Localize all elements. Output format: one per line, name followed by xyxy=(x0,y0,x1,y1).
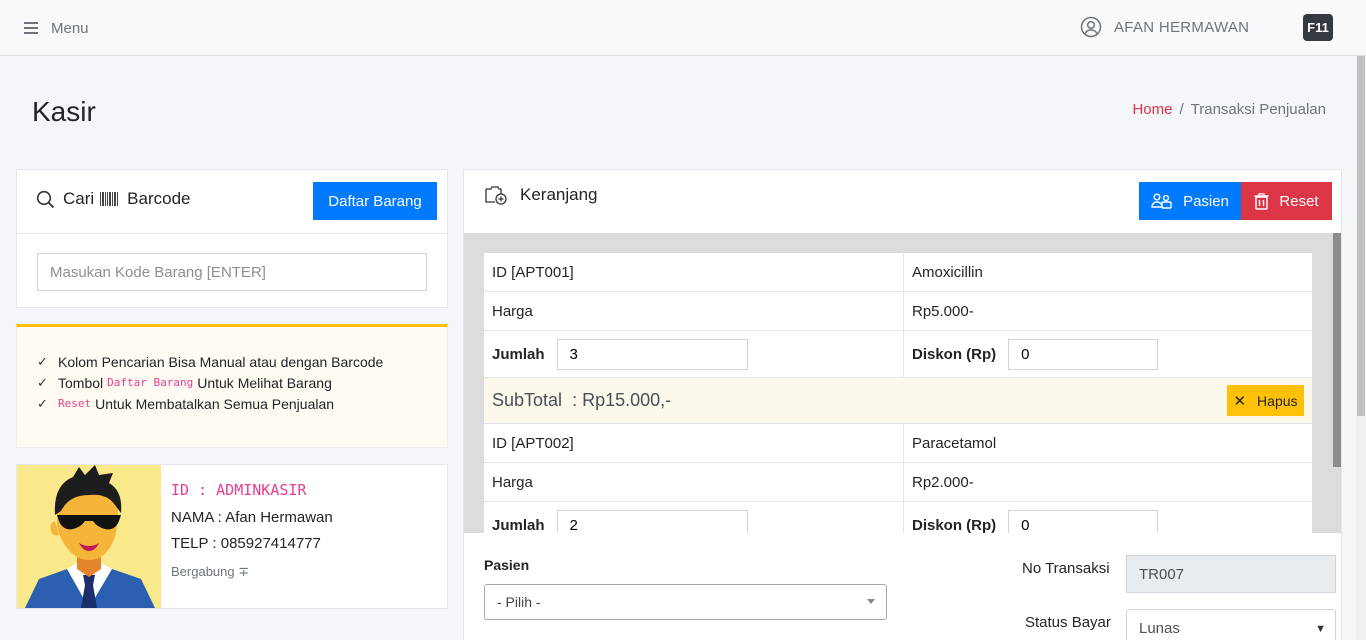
info-item: ✓ Kolom Pencarian Bisa Manual atau dengan… xyxy=(37,351,447,372)
users-icon xyxy=(1151,193,1172,209)
check-icon: ✓ xyxy=(37,353,48,369)
info-item: ✓ Reset Untuk Membatalkan Semua Penjualan xyxy=(37,393,447,414)
cart-card: Keranjang Pasien Reset ID [APT001] Amoxi… xyxy=(463,169,1342,640)
hapus-button[interactable]: ✕ Hapus xyxy=(1227,385,1304,416)
jumlah-input[interactable] xyxy=(556,338,748,370)
menu-toggle[interactable]: Menu xyxy=(24,17,89,39)
diskon-input[interactable] xyxy=(1008,338,1159,370)
check-icon: ✓ xyxy=(37,374,48,390)
cart-items-table: ID [APT001] Amoxicillin Harga Rp5.000- J… xyxy=(484,253,1312,533)
page-title: Kasir xyxy=(32,96,96,127)
subtotal-row: SubTotal : Rp15.000,- ✕ Hapus xyxy=(484,378,1312,424)
cart-title: Keranjang xyxy=(484,185,598,205)
search-icon xyxy=(36,190,55,208)
avatar-illustration xyxy=(17,465,161,608)
search-title-prefix: Cari xyxy=(63,189,95,208)
item-name: Paracetamol xyxy=(912,434,997,452)
page-scrollbar-thumb[interactable] xyxy=(1357,56,1365,416)
chevron-down-icon: ▼ xyxy=(1315,623,1326,635)
cart-scrollbar[interactable] xyxy=(1333,233,1341,467)
info-item: ✓ Tombol Daftar Barang Untuk Melihat Barang xyxy=(37,372,447,393)
item-harga: Rp5.000- xyxy=(912,302,974,320)
search-card-header: Cari Barcode Daftar Barang xyxy=(17,170,447,234)
caret-down-icon xyxy=(867,599,875,604)
menu-label: Menu xyxy=(51,19,89,37)
subtotal-label: SubTotal xyxy=(492,390,563,410)
user-name: AFAN HERMAWAN xyxy=(1114,18,1250,36)
table-row: ID [APT002] Paracetamol xyxy=(484,424,1312,463)
hamburger-icon xyxy=(24,19,38,37)
diskon-input[interactable] xyxy=(1008,509,1159,533)
status-bayar-label: Status Bayar xyxy=(1025,614,1111,631)
table-row: Jumlah Diskon (Rp) xyxy=(484,331,1312,378)
no-transaksi-field: TR007 xyxy=(1126,555,1336,593)
breadcrumb-separator: / xyxy=(1179,101,1184,118)
check-icon: ✓ xyxy=(37,395,48,411)
breadcrumb-home[interactable]: Home xyxy=(1132,101,1172,118)
pasien-select[interactable]: - Pilih - xyxy=(484,584,887,620)
search-title: Cari Barcode xyxy=(36,189,191,209)
barcode-icon xyxy=(100,192,119,206)
kode-barang-input[interactable] xyxy=(37,253,427,291)
profile-bergabung: Bergabung ∓ xyxy=(171,564,250,579)
harga-label: Harga xyxy=(484,292,904,330)
pasien-button-label: Pasien xyxy=(1183,192,1229,210)
avatar xyxy=(17,465,161,608)
jumlah-label: Jumlah xyxy=(492,516,545,534)
close-icon: ✕ xyxy=(1233,392,1247,410)
info-text: Untuk Membatalkan Semua Penjualan xyxy=(95,395,335,412)
cart-items-scroll[interactable]: ID [APT001] Amoxicillin Harga Rp5.000- J… xyxy=(464,233,1341,533)
top-navbar: Menu AFAN HERMAWAN F11 xyxy=(0,0,1366,56)
status-bayar-select[interactable]: Lunas ▼ xyxy=(1126,609,1336,640)
breadcrumb-current: Transaksi Penjualan xyxy=(1190,101,1326,118)
item-id: ID [APT001] xyxy=(484,253,904,291)
table-row: ID [APT001] Amoxicillin xyxy=(484,253,1312,292)
item-name: Amoxicillin xyxy=(912,263,983,281)
info-code: Daftar Barang xyxy=(107,376,194,389)
user-circle-icon xyxy=(1080,16,1102,38)
table-row: Harga Rp5.000- xyxy=(484,292,1312,331)
hapus-button-label: Hapus xyxy=(1257,392,1298,409)
subtotal-value: : Rp15.000,- xyxy=(572,390,672,410)
item-harga: Rp2.000- xyxy=(912,473,974,491)
no-transaksi-label: No Transaksi xyxy=(1022,560,1110,577)
status-bayar-value: Lunas xyxy=(1139,619,1180,637)
pasien-button[interactable]: Pasien xyxy=(1139,182,1241,220)
cart-header: Keranjang Pasien Reset xyxy=(464,170,1341,233)
fullscreen-button[interactable]: F11 xyxy=(1303,14,1333,41)
trash-icon xyxy=(1254,192,1269,210)
info-text: Tombol xyxy=(58,374,104,391)
page-scrollbar[interactable] xyxy=(1356,56,1366,640)
profile-info: ID : ADMINKASIR NAMA : Afan Hermawan TEL… xyxy=(161,465,333,608)
profile-telp: TELP : 085927414777 xyxy=(171,535,321,552)
cart-add-icon xyxy=(485,186,507,205)
profile-id: ID : ADMINKASIR xyxy=(171,481,307,499)
info-callout: ✓ Kolom Pencarian Bisa Manual atau dengan… xyxy=(16,324,448,448)
diskon-label: Diskon (Rp) xyxy=(912,516,997,534)
table-row: Harga Rp2.000- xyxy=(484,463,1312,502)
table-row: Jumlah Diskon (Rp) xyxy=(484,502,1312,533)
diskon-label: Diskon (Rp) xyxy=(912,345,997,363)
jumlah-input[interactable] xyxy=(556,509,748,533)
info-text: Untuk Melihat Barang xyxy=(197,374,332,391)
profile-nama: NAMA : Afan Hermawan xyxy=(171,509,333,526)
harga-label: Harga xyxy=(484,463,904,501)
search-title-suffix: Barcode xyxy=(127,189,191,208)
search-card: Cari Barcode Daftar Barang xyxy=(16,169,448,308)
profile-card: ID : ADMINKASIR NAMA : Afan Hermawan TEL… xyxy=(16,464,448,609)
cart-title-text: Keranjang xyxy=(520,185,598,204)
info-code: Reset xyxy=(58,397,92,410)
info-text: Kolom Pencarian Bisa Manual atau dengan … xyxy=(58,353,384,370)
reset-button[interactable]: Reset xyxy=(1241,182,1332,220)
breadcrumb: Home / Transaksi Penjualan xyxy=(1132,101,1326,118)
pasien-selected: - Pilih - xyxy=(497,594,541,610)
item-id: ID [APT002] xyxy=(484,424,904,462)
pasien-label: Pasien xyxy=(484,557,530,573)
jumlah-label: Jumlah xyxy=(492,345,545,363)
daftar-barang-button[interactable]: Daftar Barang xyxy=(313,182,437,220)
user-menu[interactable]: AFAN HERMAWAN xyxy=(1080,16,1249,38)
reset-button-label: Reset xyxy=(1279,192,1319,210)
